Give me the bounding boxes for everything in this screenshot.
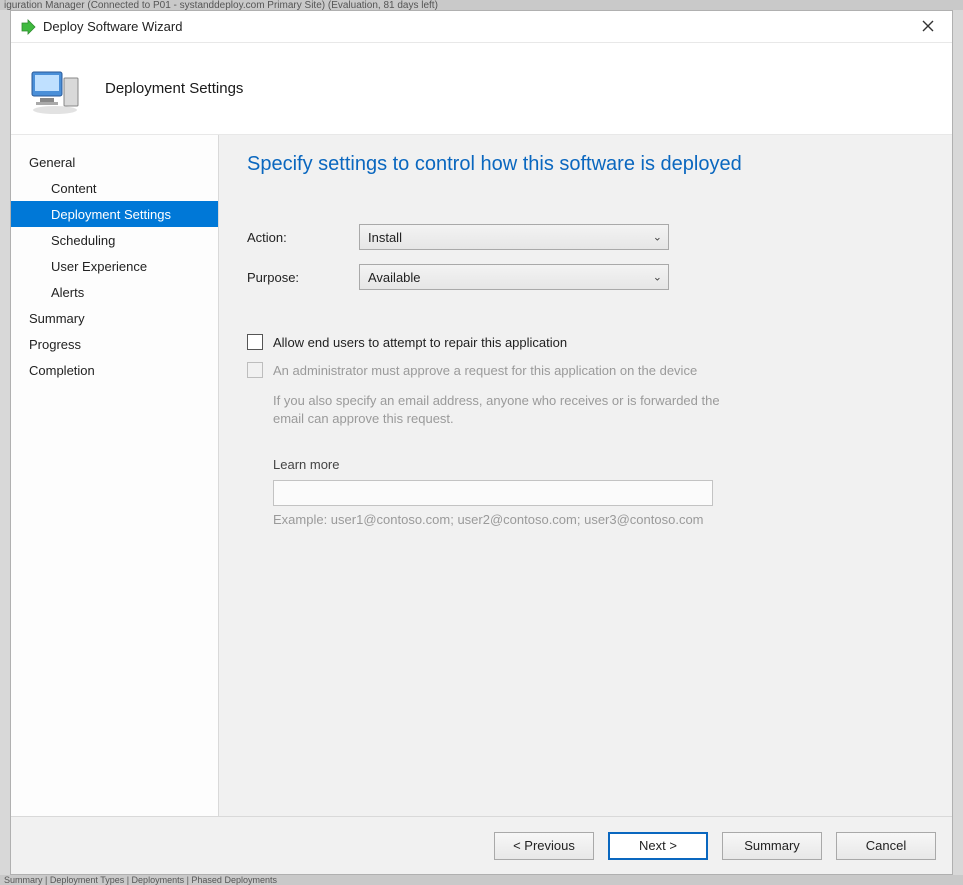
page-title: Deployment Settings <box>105 80 243 97</box>
background-window-title: iguration Manager (Connected to P01 - sy… <box>0 0 963 10</box>
action-value: Install <box>368 230 402 245</box>
learn-more-link[interactable]: Learn more <box>273 457 924 472</box>
chevron-down-icon: ⌄ <box>653 231 662 244</box>
chevron-down-icon: ⌄ <box>653 271 662 284</box>
header-band: Deployment Settings <box>11 43 952 135</box>
content-pane: Specify settings to control how this sof… <box>219 135 952 816</box>
approve-info-text: If you also specify an email address, an… <box>273 392 743 427</box>
cancel-button[interactable]: Cancel <box>836 832 936 860</box>
wizard-footer: < Previous Next > Summary Cancel <box>11 816 952 874</box>
sidebar-item-alerts[interactable]: Alerts <box>11 279 218 305</box>
sidebar-item-deployment-settings[interactable]: Deployment Settings <box>11 201 218 227</box>
purpose-value: Available <box>368 270 421 285</box>
action-label: Action: <box>247 230 359 245</box>
background-window-tabs: Summary | Deployment Types | Deployments… <box>0 875 963 885</box>
purpose-dropdown[interactable]: Available ⌄ <box>359 264 669 290</box>
next-button[interactable]: Next > <box>608 832 708 860</box>
sidebar: GeneralContentDeployment SettingsSchedul… <box>11 135 219 816</box>
email-example-text: Example: user1@contoso.com; user2@contos… <box>273 512 924 527</box>
sidebar-item-scheduling[interactable]: Scheduling <box>11 227 218 253</box>
titlebar: Deploy Software Wizard <box>11 11 952 43</box>
deploy-arrow-icon <box>19 18 37 36</box>
sidebar-item-progress[interactable]: Progress <box>11 331 218 357</box>
approve-checkbox <box>247 362 263 378</box>
window-title: Deploy Software Wizard <box>43 19 182 34</box>
sidebar-item-content[interactable]: Content <box>11 175 218 201</box>
purpose-label: Purpose: <box>247 270 359 285</box>
repair-checkbox[interactable] <box>247 334 263 350</box>
computer-deploy-icon <box>25 59 85 119</box>
sidebar-item-summary[interactable]: Summary <box>11 305 218 331</box>
wizard-window: Deploy Software Wizard Deployment Settin… <box>10 10 953 875</box>
approver-email-input <box>273 480 713 506</box>
sidebar-item-general[interactable]: General <box>11 149 218 175</box>
close-button[interactable] <box>908 13 948 41</box>
close-icon <box>922 19 934 35</box>
approve-checkbox-label: An administrator must approve a request … <box>273 363 697 378</box>
sidebar-item-completion[interactable]: Completion <box>11 357 218 383</box>
page-heading: Specify settings to control how this sof… <box>247 153 924 176</box>
sidebar-item-user-experience[interactable]: User Experience <box>11 253 218 279</box>
repair-checkbox-label: Allow end users to attempt to repair thi… <box>273 335 567 350</box>
summary-button[interactable]: Summary <box>722 832 822 860</box>
action-dropdown[interactable]: Install ⌄ <box>359 224 669 250</box>
previous-button[interactable]: < Previous <box>494 832 594 860</box>
